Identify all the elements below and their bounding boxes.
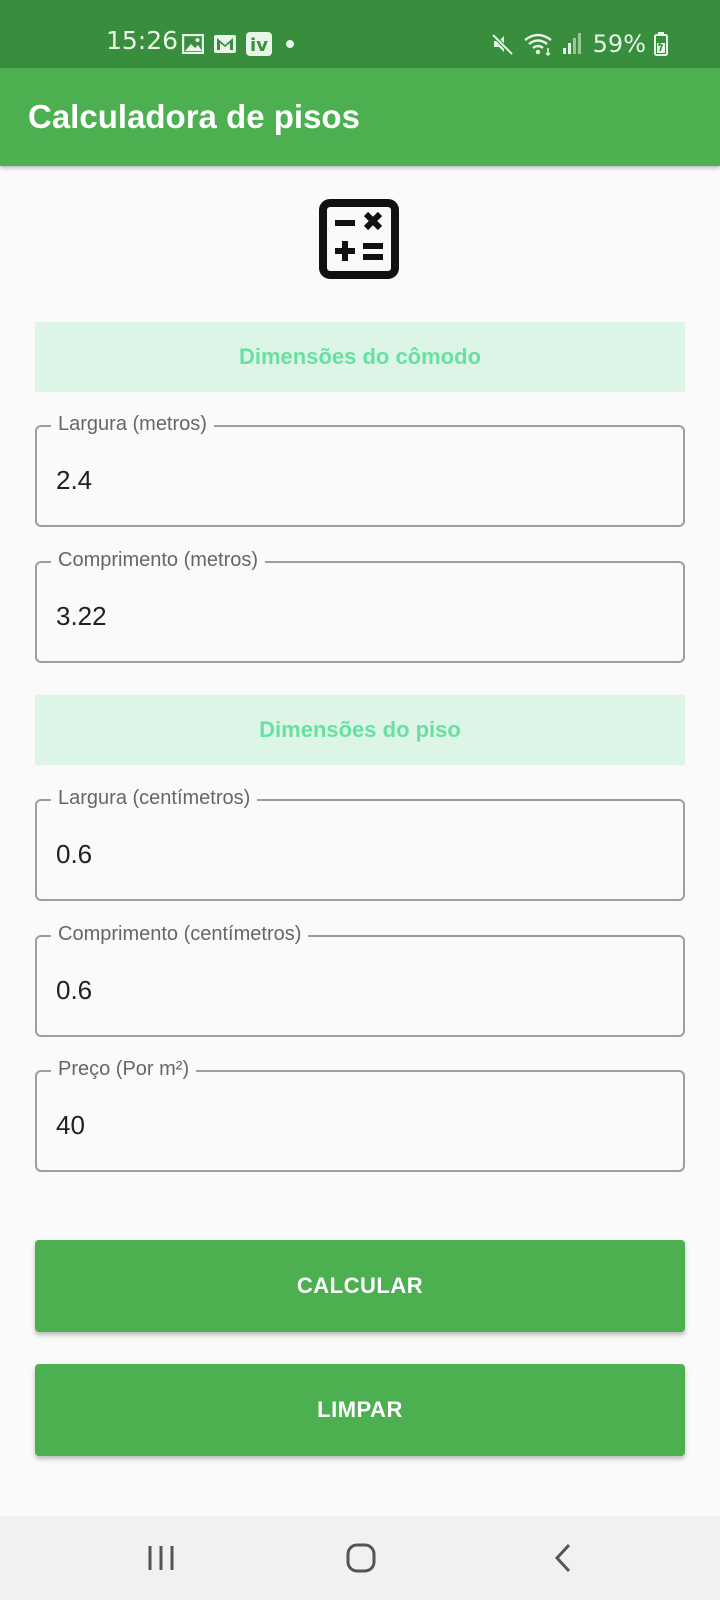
gmail-icon (214, 35, 236, 53)
room-length-input[interactable] (56, 599, 656, 633)
tile-length-label: Comprimento (centímetros) (51, 922, 309, 946)
back-icon[interactable] (544, 1538, 584, 1578)
clear-button[interactable]: LIMPAR (35, 1364, 685, 1456)
price-input[interactable] (56, 1108, 656, 1142)
tile-length-input[interactable] (56, 973, 656, 1007)
calculator-icon (319, 199, 399, 279)
wifi-icon (523, 33, 552, 56)
iv-app-icon: iv (246, 32, 272, 56)
section-header-room: Dimensões do cômodo (35, 322, 685, 392)
price-label: Preço (Por m²) (51, 1057, 197, 1081)
system-icons: 59% (491, 30, 668, 58)
iv-app-label: iv (250, 35, 268, 56)
room-length-field[interactable]: Comprimento (metros) (35, 548, 685, 663)
app-bar: Calculadora de pisos (0, 68, 720, 166)
tile-width-field[interactable]: Largura (centímetros) (35, 786, 685, 901)
status-time: 15:26 (106, 26, 179, 55)
tile-width-input[interactable] (56, 837, 656, 871)
recent-apps-icon[interactable] (141, 1538, 181, 1578)
room-length-label: Comprimento (metros) (51, 548, 266, 572)
room-width-field[interactable]: Largura (metros) (35, 412, 685, 527)
page-title: Calculadora de pisos (28, 98, 360, 135)
navigation-bar (0, 1516, 720, 1600)
price-field[interactable]: Preço (Por m²) (35, 1057, 685, 1172)
room-width-label: Largura (metros) (51, 412, 214, 436)
mute-icon (491, 33, 514, 56)
battery-icon (654, 32, 668, 56)
notification-icons: iv (182, 32, 298, 56)
section-header-tile: Dimensões do piso (35, 695, 685, 765)
tile-length-field[interactable]: Comprimento (centímetros) (35, 922, 685, 1037)
dot-icon (286, 40, 294, 48)
status-bar: 15:26 iv 59% (0, 0, 720, 68)
image-icon (182, 34, 204, 54)
signal-icon (562, 33, 581, 54)
home-icon[interactable] (341, 1538, 381, 1578)
room-width-input[interactable] (56, 463, 656, 497)
calculate-button[interactable]: CALCULAR (35, 1240, 685, 1332)
tile-width-label: Largura (centímetros) (51, 786, 258, 810)
battery-percent: 59% (592, 30, 646, 58)
